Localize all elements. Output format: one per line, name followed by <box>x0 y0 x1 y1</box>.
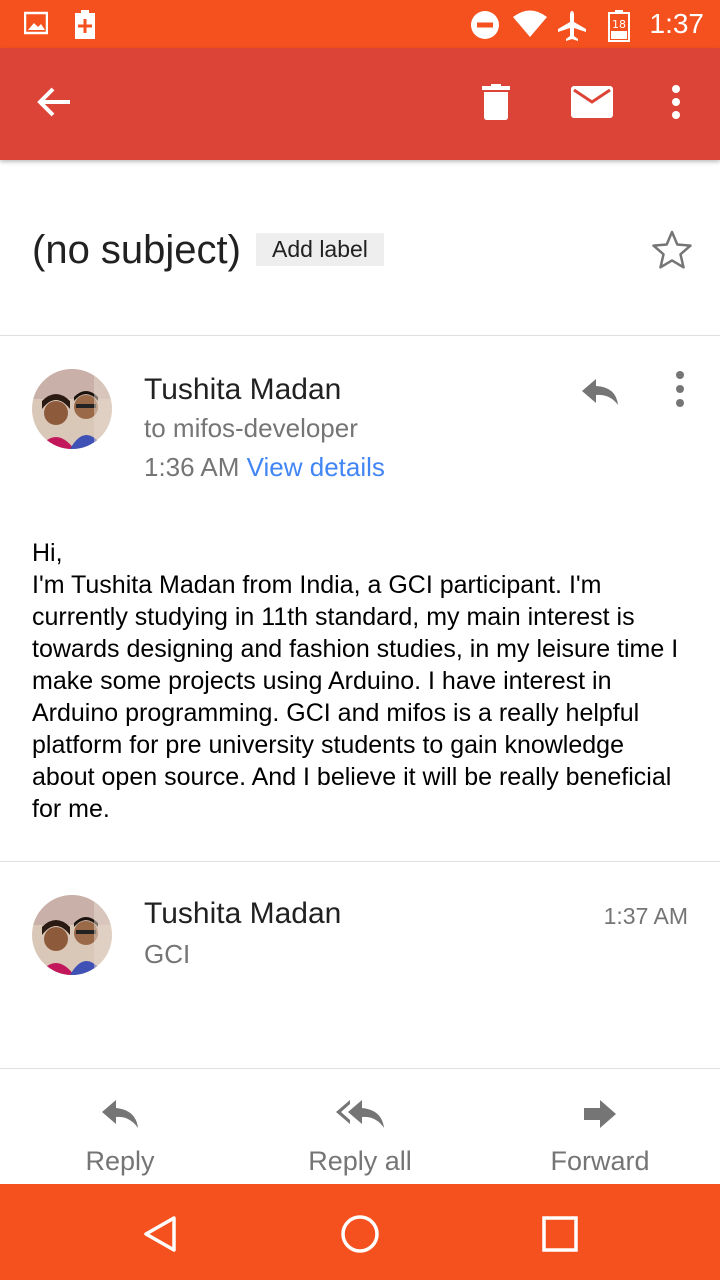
delete-button[interactable] <box>470 78 522 130</box>
reply-icon <box>100 1098 140 1137</box>
email-subject: (no subject) <box>32 228 241 272</box>
more-vert-icon <box>671 84 681 125</box>
star-icon[interactable] <box>648 226 696 274</box>
recents-nav-icon[interactable] <box>538 1212 582 1256</box>
sender-name: Tushita Madan <box>144 373 342 406</box>
message-snippet: GCI <box>144 939 191 969</box>
mark-unread-button[interactable] <box>566 78 618 130</box>
message-body: Hi, I'm Tushita Madan from India, a GCI … <box>32 539 679 823</box>
trash-icon <box>482 83 510 125</box>
status-time: 1:37 <box>649 8 705 39</box>
reply-label: Reply <box>85 1146 155 1176</box>
reply-all-icon <box>334 1098 386 1137</box>
message-collapsed[interactable]: Tushita Madan GCI 1:37 AM <box>0 863 720 1069</box>
battery-plus-icon <box>74 10 96 45</box>
message-actions: Reply Reply all Forward <box>0 1070 720 1184</box>
add-label-chip[interactable]: Add label <box>256 233 384 266</box>
message-meta: 1:36 AM View details <box>144 452 385 483</box>
recipient-line: to mifos-developer <box>144 413 358 443</box>
forward-label: Forward <box>550 1146 650 1176</box>
do-not-disturb-icon <box>470 10 500 45</box>
avatar[interactable] <box>32 369 112 449</box>
forward-icon <box>582 1098 618 1137</box>
reply-button[interactable]: Reply <box>0 1070 240 1184</box>
home-nav-icon[interactable] <box>338 1212 382 1256</box>
sender-name: Tushita Madan <box>144 897 342 930</box>
forward-button[interactable]: Forward <box>480 1070 720 1184</box>
more-options-button[interactable] <box>650 78 702 130</box>
svg-text:18: 18 <box>612 18 626 31</box>
subject-header: (no subject) Add label <box>0 160 720 336</box>
view-details-link[interactable]: View details <box>247 452 385 482</box>
app-toolbar <box>0 48 720 160</box>
reply-icon[interactable] <box>576 367 624 415</box>
avatar[interactable] <box>32 895 112 975</box>
reply-all-button[interactable]: Reply all <box>240 1070 480 1184</box>
status-bar: 18 1:37 <box>0 0 720 48</box>
battery-icon: 18 <box>608 10 630 47</box>
more-vert-icon[interactable] <box>664 365 696 413</box>
image-icon <box>23 10 49 41</box>
message-time: 1:36 AM <box>144 452 240 482</box>
back-nav-icon[interactable] <box>138 1212 182 1256</box>
reply-all-label: Reply all <box>308 1146 412 1176</box>
airplane-icon <box>556 10 588 47</box>
wifi-icon <box>512 10 548 43</box>
arrow-back-icon <box>36 86 72 123</box>
back-button[interactable] <box>28 78 80 130</box>
message-expanded[interactable]: Tushita Madan to mifos-developer 1:36 AM… <box>0 337 720 862</box>
message-time: 1:37 AM <box>603 903 688 929</box>
mail-icon <box>571 85 613 123</box>
navigation-bar <box>0 1184 720 1280</box>
